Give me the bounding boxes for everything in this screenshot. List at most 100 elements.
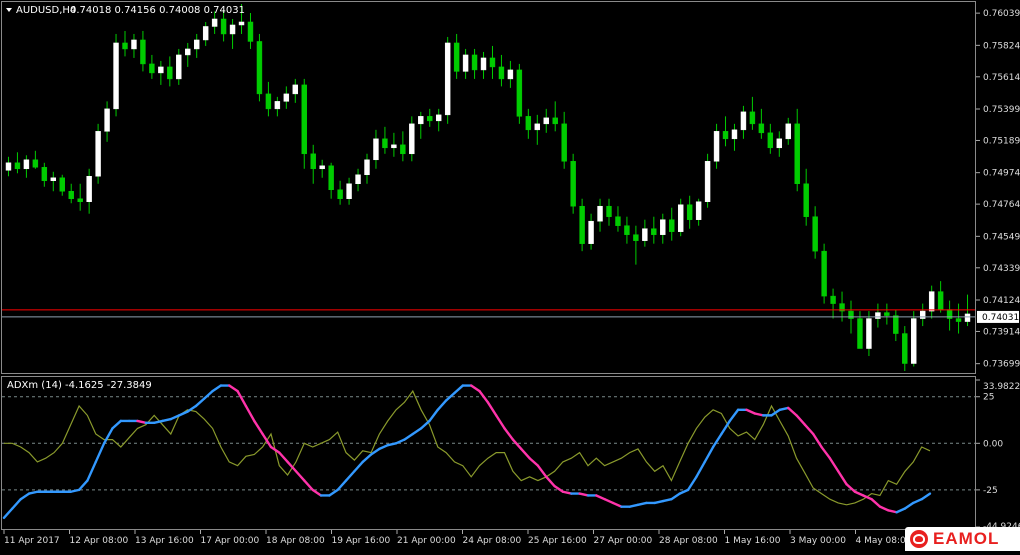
candle-body <box>149 63 155 74</box>
current-price-label: 0.74031 <box>982 313 1019 323</box>
candle-body <box>104 108 110 132</box>
candle-body <box>355 174 361 185</box>
candle-body <box>238 21 245 26</box>
candle-body <box>480 57 487 71</box>
candle-body <box>373 138 379 161</box>
candle-body <box>794 123 800 185</box>
candle-body <box>220 18 227 35</box>
candle-body <box>176 54 182 80</box>
candle-body <box>686 204 693 220</box>
candle-body <box>471 54 478 71</box>
candle-body <box>579 205 585 244</box>
candle-body <box>669 219 675 232</box>
candle-body <box>893 315 899 334</box>
time-tick-label: 17 Apr 00:00 <box>201 536 260 546</box>
candle-body <box>570 161 576 207</box>
candle-body <box>525 116 532 131</box>
indicator-label: ADXm (14) -4.1625 -27.3849 <box>7 380 152 391</box>
candle-body <box>50 177 57 182</box>
candle-body <box>435 114 442 122</box>
trading-chart[interactable]: 0.76039 0.75824 0.75614 0.75399 0.75189 0.749… <box>0 0 1020 551</box>
price-tick-label: 0.75614 <box>983 73 1020 83</box>
candle-body <box>202 26 209 41</box>
candle-body <box>642 228 648 241</box>
candle-body <box>740 111 747 131</box>
candle-body <box>113 42 119 110</box>
candle-body <box>821 250 827 297</box>
candle-body <box>624 225 630 235</box>
candle-body <box>633 234 639 241</box>
price-tick-label: 0.73699 <box>983 360 1020 370</box>
candle-body <box>902 333 908 364</box>
candle-body <box>830 295 836 304</box>
eamol-logo: EAMOL <box>905 527 1020 551</box>
candle-body <box>346 183 352 199</box>
candle-body <box>23 159 30 170</box>
candle-body <box>229 24 236 35</box>
candle-body <box>319 165 325 170</box>
candle-body <box>615 216 621 226</box>
candle-body <box>86 176 92 202</box>
candle-body <box>866 318 872 349</box>
candle-body <box>919 310 926 319</box>
candle-body <box>552 117 558 125</box>
time-tick-label: 24 Apr 08:00 <box>463 536 522 546</box>
candle-body <box>418 116 424 125</box>
candle-body <box>265 93 272 110</box>
candle-body <box>292 84 299 95</box>
chart-canvas[interactable]: 0.76039 0.75824 0.75614 0.75399 0.75189 0.749… <box>0 0 1020 551</box>
candle-body <box>453 42 460 72</box>
symbol-label: AUDUSD,H4 <box>16 5 76 16</box>
price-tick-label: 0.75399 <box>983 105 1020 115</box>
candle-body <box>561 123 567 162</box>
candle-body <box>848 310 854 319</box>
candle-body <box>122 42 128 50</box>
candle-body <box>140 39 146 65</box>
candle-body <box>400 144 406 155</box>
logo-icon <box>910 530 928 548</box>
time-tick-label: 28 Apr 08:00 <box>659 536 718 546</box>
time-tick-label: 12 Apr 08:00 <box>70 536 129 546</box>
candle-body <box>767 132 774 149</box>
candle-body <box>749 111 756 125</box>
candle-body <box>41 167 48 182</box>
candle-body <box>462 54 469 72</box>
candle-body <box>77 198 83 202</box>
candle-body <box>310 153 316 170</box>
price-tick-label: 0.76039 <box>983 9 1020 19</box>
logo-text: EAMOL <box>933 529 1000 548</box>
candle-body <box>489 57 496 68</box>
candle-body <box>337 189 343 199</box>
candle-body <box>32 159 39 168</box>
candle-body <box>955 318 962 322</box>
candle-body <box>884 312 890 316</box>
candle-body <box>875 312 881 319</box>
candle-body <box>14 162 21 170</box>
candle-body <box>427 116 433 122</box>
price-tick-label: 0.74339 <box>983 264 1020 274</box>
candle-body <box>731 129 738 140</box>
candle-body <box>247 21 254 42</box>
candle-body <box>409 123 415 155</box>
candle-body <box>498 66 505 80</box>
candle-body <box>507 69 514 80</box>
price-tick-label: 0.74764 <box>983 200 1020 210</box>
candle-body <box>68 190 74 199</box>
time-tick-label: 19 Apr 16:00 <box>332 536 391 546</box>
candle-body <box>516 69 523 117</box>
indicator-tick-label: 0.00 <box>983 439 1003 449</box>
candle-body <box>964 313 971 322</box>
time-tick-label: 21 Apr 00:00 <box>397 536 456 546</box>
candle-body <box>803 183 809 217</box>
time-tick-label: 18 Apr 08:00 <box>266 536 325 546</box>
candle-body <box>660 219 666 235</box>
candle-body <box>543 117 549 125</box>
candle-body <box>391 144 397 149</box>
price-tick-label: 0.73914 <box>983 327 1020 337</box>
candle-body <box>722 131 729 140</box>
price-tick-label: 0.74549 <box>983 232 1020 242</box>
candle-body <box>167 66 173 80</box>
candle-body <box>301 84 307 155</box>
candle-body <box>534 123 541 131</box>
candle-body <box>588 220 594 244</box>
